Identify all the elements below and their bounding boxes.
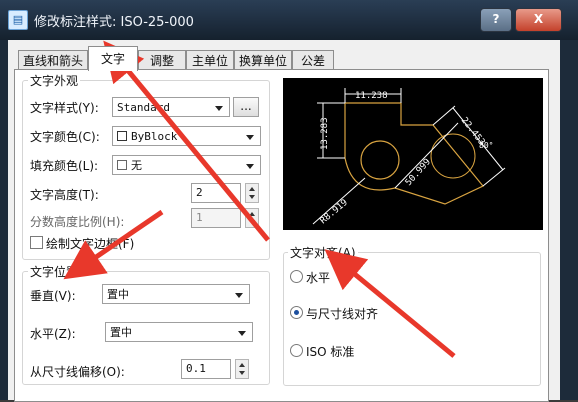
annotation-overlay	[63, 40, 456, 358]
annotation-arrow-text-tab	[103, 40, 270, 242]
annotation-arrow-alignment	[324, 249, 456, 358]
tab-text[interactable]: 文字	[88, 46, 138, 71]
annotation-arrow-placement	[63, 209, 164, 280]
